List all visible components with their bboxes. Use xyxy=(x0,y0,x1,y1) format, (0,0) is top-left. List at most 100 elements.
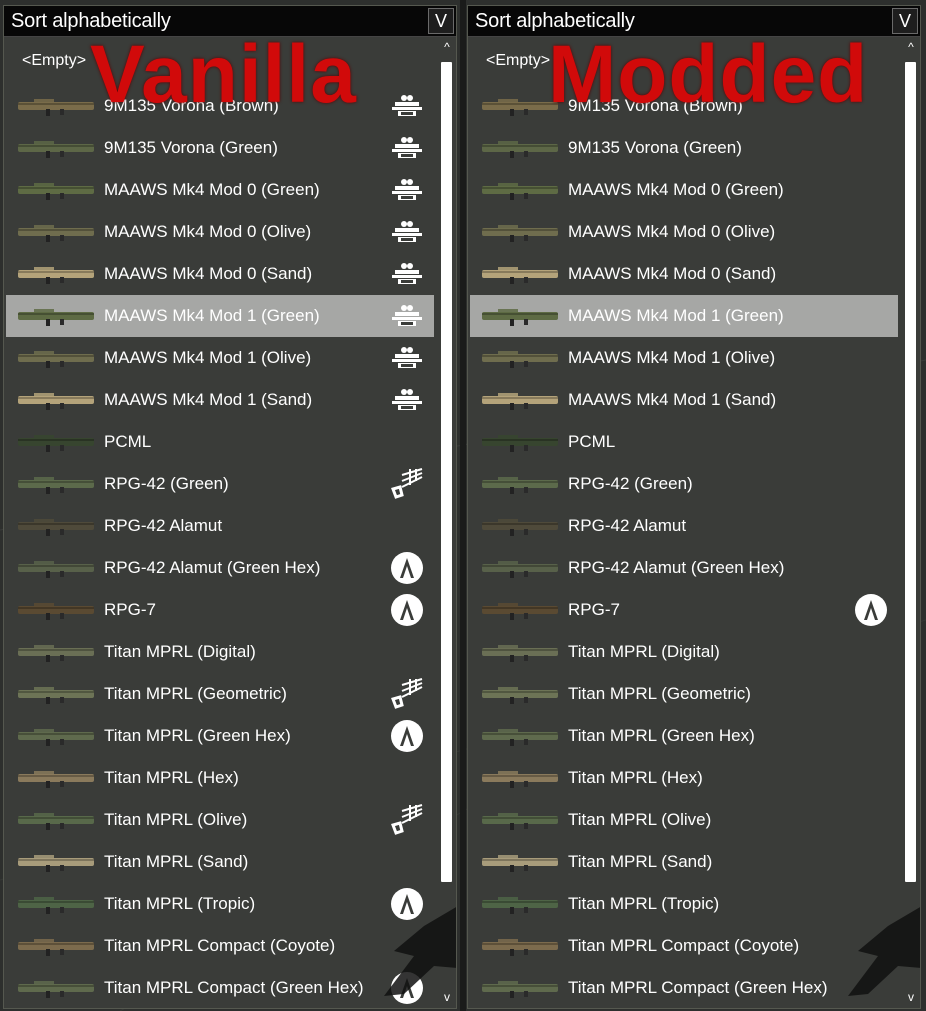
list-item[interactable]: RPG-42 Alamut (Green Hex) xyxy=(6,547,434,589)
list-item-label: Titan MPRL (Digital) xyxy=(104,642,256,661)
weapon-list: <Empty> 9M135 Vorona (Brown) 9M135 Vorona … xyxy=(468,42,904,1008)
weapon-thumbnail xyxy=(480,93,560,119)
list-item-label: MAAWS Mk4 Mod 1 (Green) xyxy=(104,306,320,325)
list-item[interactable]: RPG-42 Alamut xyxy=(470,505,898,547)
list-item[interactable]: MAAWS Mk4 Mod 1 (Sand) xyxy=(470,379,898,421)
list-item[interactable]: MAAWS Mk4 Mod 0 (Green) xyxy=(6,169,434,211)
list-item-label: RPG-7 xyxy=(568,600,620,619)
list-item[interactable]: 9M135 Vorona (Green) xyxy=(6,127,434,169)
list-item[interactable]: 9M135 Vorona (Brown) xyxy=(470,85,898,127)
list-item-label: MAAWS Mk4 Mod 0 (Green) xyxy=(568,180,784,199)
list-item-label: Titan MPRL Compact (Green Hex) xyxy=(568,978,828,997)
list-item[interactable]: MAAWS Mk4 Mod 1 (Green) xyxy=(6,295,434,337)
list-item[interactable]: Titan MPRL Compact (Green Hex) xyxy=(470,967,898,1008)
weapon-thumbnail xyxy=(16,261,96,287)
list-item[interactable]: PCML xyxy=(6,421,434,463)
list-item[interactable]: MAAWS Mk4 Mod 1 (Olive) xyxy=(6,337,434,379)
list-item-label: MAAWS Mk4 Mod 1 (Olive) xyxy=(568,348,776,367)
list-item[interactable]: Titan MPRL (Olive) xyxy=(470,799,898,841)
scroll-up-arrow-icon[interactable]: ^ xyxy=(440,40,454,54)
weapon-thumbnail xyxy=(480,849,560,875)
weapon-thumbnail xyxy=(16,429,96,455)
list-item-label: MAAWS Mk4 Mod 1 (Green) xyxy=(568,306,784,325)
weapon-thumbnail xyxy=(16,765,96,791)
list-item[interactable]: Titan MPRL Compact (Coyote) xyxy=(6,925,434,967)
list-item[interactable]: Titan MPRL (Sand) xyxy=(470,841,898,883)
panel-divider xyxy=(460,0,466,1011)
list-item[interactable]: MAAWS Mk4 Mod 1 (Green) xyxy=(470,295,898,337)
list-item[interactable]: RPG-42 (Green) xyxy=(470,463,898,505)
weapon-thumbnail xyxy=(480,387,560,413)
list-item[interactable]: Titan MPRL Compact (Green Hex) xyxy=(6,967,434,1008)
weapon-thumbnail xyxy=(480,975,560,1001)
list-item[interactable]: Titan MPRL (Tropic) xyxy=(470,883,898,925)
list-item[interactable]: PCML xyxy=(470,421,898,463)
list-item-empty[interactable]: <Empty> xyxy=(468,48,586,74)
weapon-list: <Empty> 9M135 Vorona (Brown) 9M135 Vorona … xyxy=(4,42,440,1008)
list-item-label: 9M135 Vorona (Green) xyxy=(568,138,742,157)
list-item[interactable]: Titan MPRL (Geometric) xyxy=(6,673,434,715)
list-item[interactable]: 9M135 Vorona (Green) xyxy=(470,127,898,169)
list-item[interactable]: RPG-7 xyxy=(470,589,898,631)
scroll-down-arrow-icon[interactable]: v xyxy=(904,990,918,1004)
list-item-empty[interactable]: <Empty> xyxy=(4,48,122,74)
list-item-label: Titan MPRL (Hex) xyxy=(104,768,239,787)
list-item-label: MAAWS Mk4 Mod 0 (Olive) xyxy=(568,222,776,241)
list-item[interactable]: MAAWS Mk4 Mod 0 (Sand) xyxy=(6,253,434,295)
scroll-up-arrow-icon[interactable]: ^ xyxy=(904,40,918,54)
apex-dlc-icon xyxy=(390,887,424,921)
list-item[interactable]: RPG-7 xyxy=(6,589,434,631)
scroll-down-arrow-icon[interactable]: v xyxy=(440,990,454,1004)
list-item[interactable]: RPG-42 Alamut xyxy=(6,505,434,547)
list-item[interactable]: Titan MPRL (Green Hex) xyxy=(470,715,898,757)
list-item[interactable]: RPG-42 Alamut (Green Hex) xyxy=(470,547,898,589)
list-item[interactable]: RPG-42 (Green) xyxy=(6,463,434,505)
list-item[interactable]: MAAWS Mk4 Mod 0 (Olive) xyxy=(470,211,898,253)
list-item-label: Titan MPRL (Tropic) xyxy=(104,894,256,913)
sort-dropdown[interactable]: Sort alphabetically V xyxy=(468,6,920,37)
list-item[interactable]: MAAWS Mk4 Mod 0 (Sand) xyxy=(470,253,898,295)
list-item[interactable]: 9M135 Vorona (Brown) xyxy=(6,85,434,127)
list-item-label: RPG-42 (Green) xyxy=(568,474,693,493)
sort-dropdown-toggle[interactable]: V xyxy=(892,8,918,34)
contact-dlc-icon xyxy=(390,383,424,417)
weapon-thumbnail xyxy=(480,219,560,245)
list-item-label: PCML xyxy=(104,432,152,451)
weapon-thumbnail xyxy=(16,723,96,749)
weapon-thumbnail xyxy=(16,849,96,875)
list-item[interactable]: MAAWS Mk4 Mod 1 (Sand) xyxy=(6,379,434,421)
weapon-thumbnail xyxy=(16,387,96,413)
contact-dlc-icon xyxy=(390,341,424,375)
weapon-thumbnail xyxy=(16,597,96,623)
list-item[interactable]: Titan MPRL (Hex) xyxy=(6,757,434,799)
list-item[interactable]: Titan MPRL (Olive) xyxy=(6,799,434,841)
list-item-label: Titan MPRL (Green Hex) xyxy=(104,726,291,745)
contact-dlc-icon xyxy=(390,131,424,165)
weapon-thumbnail xyxy=(16,303,96,329)
list-item[interactable]: Titan MPRL (Green Hex) xyxy=(6,715,434,757)
list-item-label: MAAWS Mk4 Mod 1 (Sand) xyxy=(104,390,313,409)
sort-dropdown-toggle[interactable]: V xyxy=(428,8,454,34)
weapon-thumbnail xyxy=(480,471,560,497)
contact-dlc-icon xyxy=(390,215,424,249)
list-item[interactable]: MAAWS Mk4 Mod 0 (Green) xyxy=(470,169,898,211)
list-item[interactable]: MAAWS Mk4 Mod 1 (Olive) xyxy=(470,337,898,379)
scrollbar-thumb[interactable] xyxy=(441,62,452,882)
list-item[interactable]: Titan MPRL Compact (Coyote) xyxy=(470,925,898,967)
list-item-label: Titan MPRL Compact (Coyote) xyxy=(104,936,336,955)
list-item-label: RPG-42 Alamut (Green Hex) xyxy=(104,558,321,577)
sort-dropdown[interactable]: Sort alphabetically V xyxy=(4,6,456,37)
list-item-label: MAAWS Mk4 Mod 0 (Sand) xyxy=(568,264,777,283)
list-item[interactable]: Titan MPRL (Digital) xyxy=(470,631,898,673)
list-item[interactable]: Titan MPRL (Sand) xyxy=(6,841,434,883)
sort-label: Sort alphabetically xyxy=(475,10,635,32)
list-item[interactable]: MAAWS Mk4 Mod 0 (Olive) xyxy=(6,211,434,253)
scrollbar-thumb[interactable] xyxy=(905,62,916,882)
weapon-thumbnail xyxy=(480,933,560,959)
apex-dlc-icon xyxy=(854,593,888,627)
list-item[interactable]: Titan MPRL (Geometric) xyxy=(470,673,898,715)
list-item[interactable]: Titan MPRL (Hex) xyxy=(470,757,898,799)
list-item[interactable]: Titan MPRL (Tropic) xyxy=(6,883,434,925)
list-item-label: 9M135 Vorona (Green) xyxy=(104,138,278,157)
list-item[interactable]: Titan MPRL (Digital) xyxy=(6,631,434,673)
